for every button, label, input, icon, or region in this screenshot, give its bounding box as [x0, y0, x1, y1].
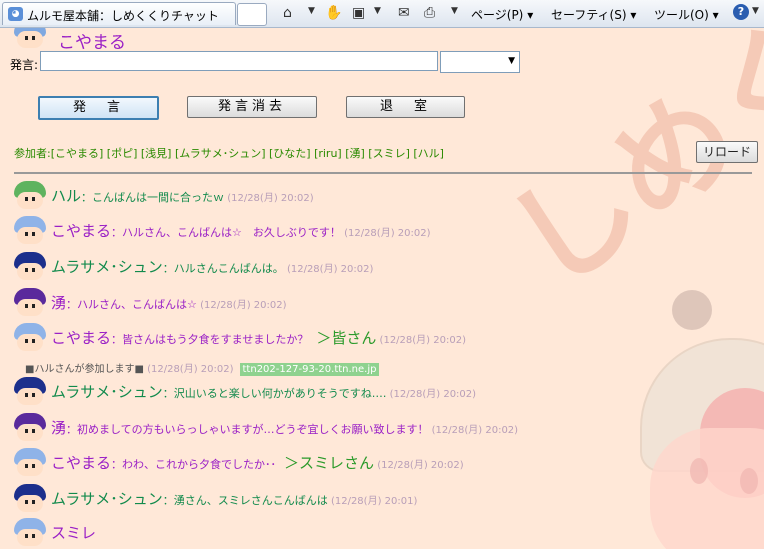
- message-author: 湧: [51, 419, 67, 437]
- message-author: ハル: [51, 187, 82, 205]
- user-avatar: [14, 216, 46, 246]
- home-icon[interactable]: ⌂: [283, 4, 292, 22]
- message-author: こやまる: [51, 329, 112, 347]
- message-text: ：ハルさん、こんばんは☆: [66, 298, 197, 311]
- user-avatar: [14, 518, 46, 548]
- user-avatar: [14, 323, 46, 353]
- mascot-pompom: [672, 290, 712, 330]
- user-avatar: [14, 484, 46, 514]
- user-avatar: [14, 413, 46, 443]
- user-avatar: [14, 377, 46, 407]
- message-time: (12/28(月) 20:02): [340, 228, 431, 239]
- chevron-down-icon: ▼: [508, 56, 515, 66]
- print-dropdown-icon[interactable]: ▼: [451, 6, 458, 16]
- message-time: (12/28(月) 20:02): [283, 264, 374, 275]
- message-text: ：初めましての方もいらっしゃいますが…どうぞ宜しくお願い致します！: [66, 423, 429, 436]
- message-time: (12/28(月) 20:02): [196, 300, 287, 311]
- site-favicon-icon: ◕: [8, 7, 23, 21]
- print-icon[interactable]: ⎙: [424, 4, 435, 22]
- message-author: ムラサメ･シュン: [51, 258, 163, 276]
- user-avatar: [14, 448, 46, 478]
- participants-list: [こやまる] [ポピ] [浅見] [ムラサメ･シュン] [ひなた] [riru]…: [50, 147, 444, 160]
- tools-menu[interactable]: ツール(O) ▾: [654, 6, 719, 23]
- message-text: ：ハルさん、こんばんは☆ お久しぶりです！: [111, 226, 341, 239]
- browser-tab[interactable]: ◕ ムルモ屋本舗：しめくくりチャット: [2, 2, 236, 25]
- message-time: (12/28(月) 20:02): [224, 193, 314, 204]
- reload-button[interactable]: リロード: [696, 141, 758, 163]
- message-text: ：皆さんはもう夕食をすませましたか？: [111, 333, 309, 346]
- participants-label: 参加者:: [14, 147, 51, 160]
- message-author: こやまる: [51, 222, 112, 240]
- message-time: (12/28(月) 20:02): [386, 389, 477, 400]
- message-time: (12/28(月) 20:02): [143, 364, 234, 375]
- user-avatar: [14, 252, 46, 282]
- current-user-avatar: [14, 28, 46, 50]
- system-message: ■ハルさんが参加します■ (12/28(月) 20:02) ttn202-127-…: [25, 360, 380, 376]
- say-button[interactable]: 発 言: [38, 96, 159, 120]
- message-addressee: ＞皆さん: [316, 329, 377, 347]
- chat-page: しめくく こやまる 発言: ▼ 発 言 発言消去 退 室 参加者:[こやまる] …: [0, 28, 764, 549]
- safety-menu-label: セーフティ(S): [551, 8, 627, 22]
- current-user-name: こやまる: [58, 33, 126, 53]
- clear-button[interactable]: 発言消去: [187, 96, 317, 118]
- message-text: ：わわ、これから夕食でしたか･･: [111, 458, 277, 471]
- page-menu[interactable]: ページ(P) ▾: [471, 6, 533, 23]
- feed-dropdown-icon[interactable]: ▼: [374, 6, 381, 16]
- message-time: (12/28(月) 20:01): [327, 496, 418, 507]
- new-tab-button[interactable]: [237, 3, 267, 26]
- message-text: ：ハルさんこんばんは。: [162, 262, 284, 275]
- message-time: (12/28(月) 20:02): [428, 425, 519, 436]
- help-icon[interactable]: ?: [733, 4, 749, 20]
- message-text: ：沢山いると楽しい何かがありそうですね‥‥: [162, 387, 387, 400]
- message-time: (12/28(月) 20:02): [374, 460, 464, 471]
- leave-button[interactable]: 退 室: [346, 96, 465, 118]
- message-input[interactable]: [40, 51, 438, 71]
- message-addressee: ＞スミレさん: [284, 454, 375, 472]
- message-time: (12/28(月) 20:02): [376, 335, 466, 346]
- safety-menu[interactable]: セーフティ(S) ▾: [551, 6, 636, 23]
- system-message-text: ■ハルさんが参加します■: [25, 364, 144, 375]
- message-text: ：湧さん、スミレさんこんばんは: [162, 494, 328, 507]
- message-author: ムラサメ･シュン: [51, 490, 163, 508]
- user-avatar: [14, 288, 46, 318]
- color-select[interactable]: ▼: [440, 51, 520, 73]
- help-dropdown-icon[interactable]: ▼: [752, 6, 759, 16]
- home-dropdown-icon[interactable]: ▼: [308, 6, 315, 16]
- message-text: ：こんばんは一間に合ったｗ: [81, 191, 225, 204]
- message-author: 湧: [51, 294, 67, 312]
- message-author: スミレ: [51, 524, 97, 542]
- message-author: ムラサメ･シュン: [51, 383, 163, 401]
- hand-icon[interactable]: ✋: [325, 4, 342, 22]
- mascot-eye-right: [740, 468, 758, 494]
- browser-toolbar: ◕ ムルモ屋本舗：しめくくりチャット ⌂ ▼ ✋ ▣ ▼ ✉ ⎙ ▼ ページ(P…: [0, 0, 764, 28]
- tab-title: ムルモ屋本舗：しめくくりチャット: [27, 9, 219, 23]
- say-label: 発言:: [10, 58, 39, 72]
- message-author: こやまる: [51, 454, 112, 472]
- user-avatar: [14, 181, 46, 211]
- mascot-eye-left: [690, 458, 708, 484]
- tools-menu-label: ツール(O): [654, 8, 709, 22]
- feed-icon[interactable]: ▣: [352, 4, 365, 22]
- host-tag: ttn202-127-93-20.ttn.ne.jp: [239, 363, 380, 376]
- participants-line: 参加者:[こやまる] [ポピ] [浅見] [ムラサメ･シュン] [ひなた] [r…: [14, 145, 444, 161]
- mail-icon[interactable]: ✉: [398, 4, 410, 22]
- divider: [14, 172, 752, 174]
- page-menu-label: ページ(P): [471, 8, 524, 22]
